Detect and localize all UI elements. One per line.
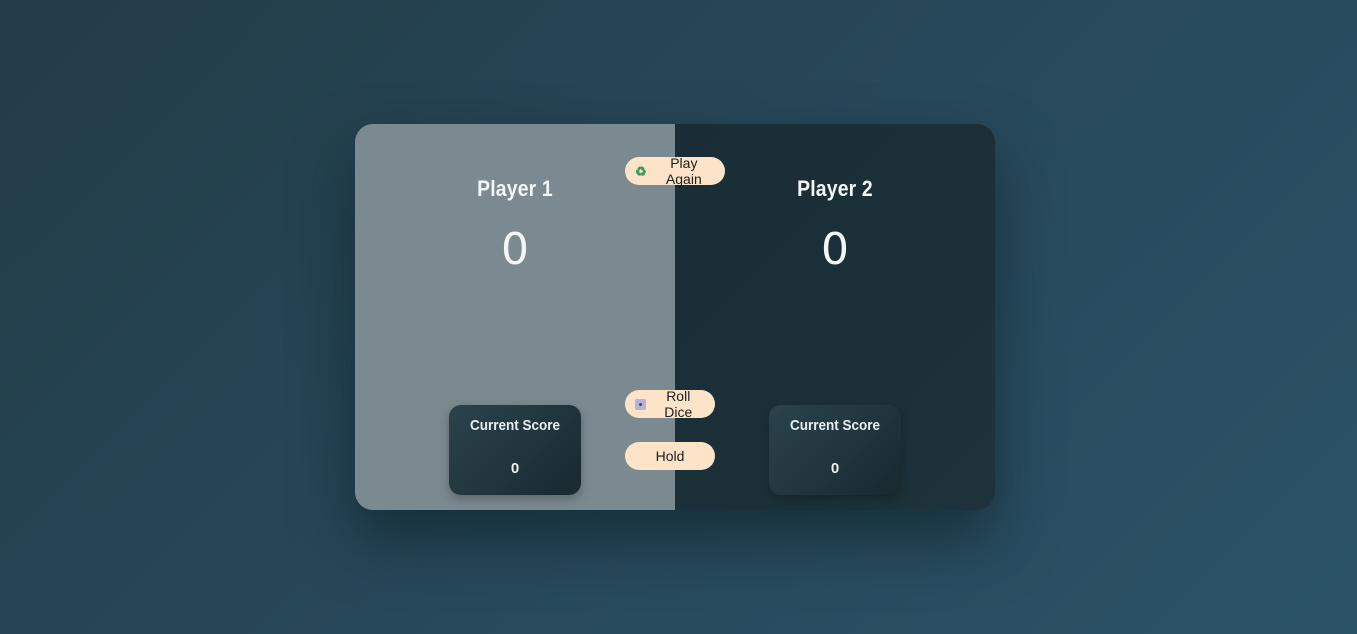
player-2-name: Player 2 — [797, 176, 873, 201]
player-2-current-score: 0 — [830, 460, 840, 477]
recycle-icon: ♻ — [635, 163, 647, 179]
player-1-total-score: 0 — [501, 224, 529, 275]
player-1-current-score-box: Current Score 0 — [449, 405, 581, 495]
player-1-current-score: 0 — [510, 460, 520, 477]
roll-dice-label: Roll Dice — [664, 388, 693, 420]
dice-icon — [635, 398, 646, 410]
roll-dice-button[interactable]: Roll Dice — [625, 388, 715, 420]
hold-button[interactable]: Hold — [625, 442, 715, 470]
player-2-panel: Player 2 0 Current Score 0 — [675, 124, 995, 510]
player-1-name: Player 1 — [477, 176, 553, 201]
hold-label: Hold — [655, 448, 685, 464]
player-2-current-score-box: Current Score 0 — [769, 405, 901, 495]
player-1-current-label: Current Score — [469, 417, 561, 434]
player-2-total-score: 0 — [821, 224, 849, 275]
player-2-current-label: Current Score — [789, 417, 881, 434]
play-again-label: Play Again — [665, 155, 702, 187]
play-again-button[interactable]: ♻ Play Again — [625, 155, 725, 187]
